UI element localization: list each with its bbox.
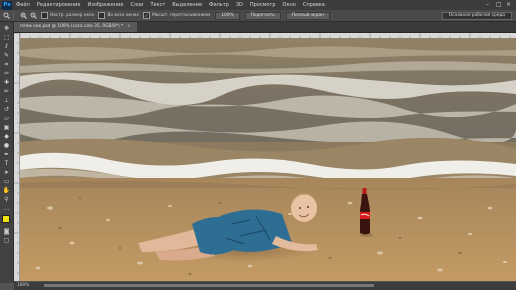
zoom-tool-icon[interactable] (3, 12, 10, 19)
resize-windows-checkbox[interactable] (41, 12, 48, 19)
menu-filter[interactable]: Фильтр (209, 2, 229, 8)
photoshop-logo: Ps (2, 0, 12, 10)
screen-mode-icon[interactable]: ▢ (2, 237, 11, 245)
all-windows-label: Во всех окнах (107, 13, 140, 18)
pen-tool-icon[interactable]: ✒ (2, 151, 11, 159)
zoom-out-icon[interactable] (30, 12, 37, 19)
zoom-100-button[interactable]: 100% (215, 11, 240, 20)
status-bar: 100% (14, 282, 516, 290)
brush-tool-icon[interactable]: ✏ (2, 88, 11, 96)
menu-layer[interactable]: Слои (130, 2, 143, 8)
history-brush-tool-icon[interactable]: ↺ (2, 106, 11, 114)
workspace-select[interactable]: Основная рабочая среда (441, 12, 512, 20)
scrollbar-thumb[interactable] (44, 284, 374, 287)
options-bar: Настр. размер окон Во всех окнах ✓ Масшт… (0, 10, 516, 22)
edit-toolbar-icon[interactable]: … (2, 205, 11, 213)
fit-screen-button[interactable]: Подогнать (244, 11, 281, 20)
resize-windows-label: Настр. размер окон (50, 13, 95, 18)
healing-brush-tool-icon[interactable]: ✚ (2, 79, 11, 87)
eraser-tool-icon[interactable]: ▱ (2, 115, 11, 123)
menu-window[interactable]: Окно (283, 2, 296, 8)
zoom-in-icon[interactable] (20, 12, 27, 19)
lasso-tool-icon[interactable]: ℓ (2, 43, 11, 51)
document-tab[interactable]: пляж как.psd @ 100% (coca cola 35, RGB/8… (14, 22, 137, 32)
maximize-icon[interactable]: □ (496, 1, 502, 8)
document-tab-title: пляж как.psd @ 100% (coca cola 35, RGB/8… (20, 24, 124, 29)
menu-file[interactable]: Файл (16, 2, 30, 8)
menu-bar: Ps Файл Редактирование Изображение Слои … (0, 0, 516, 10)
quick-select-tool-icon[interactable]: ✎ (2, 52, 11, 60)
move-tool-icon[interactable]: ✥ (2, 25, 11, 33)
eyedropper-tool-icon[interactable]: ✑ (2, 70, 11, 78)
hand-tool-icon[interactable]: ✋ (2, 187, 11, 195)
fill-screen-button[interactable]: Полный экран (285, 11, 330, 20)
marquee-tool-icon[interactable]: ⬚ (2, 34, 11, 42)
horizontal-scrollbar[interactable] (44, 284, 374, 287)
menu-edit[interactable]: Редактирование (37, 2, 81, 8)
menu-select[interactable]: Выделение (172, 2, 202, 8)
divider (13, 11, 14, 20)
crop-tool-icon[interactable]: ⌗ (2, 61, 11, 69)
blur-tool-icon[interactable]: ◆ (2, 133, 11, 141)
type-tool-icon[interactable]: T (2, 160, 11, 168)
zoom-tool-icon[interactable]: ⚲ (2, 196, 11, 204)
document-canvas[interactable] (20, 38, 516, 281)
all-windows-checkbox[interactable] (98, 12, 106, 19)
status-zoom[interactable]: 100% (17, 282, 29, 290)
toolbox: ✥ ⬚ ℓ ✎ ⌗ ✑ ✚ ✏ ⊥ ↺ ▱ ▣ ◆ ● ✒ T ➤ ▭ ✋ ⚲ … (0, 22, 14, 283)
foreground-color-swatch[interactable] (2, 215, 10, 223)
beach-photo (20, 38, 516, 281)
minimize-icon[interactable]: – (486, 1, 489, 8)
scrubby-zoom-label: Масшт. перетаскиванием (152, 13, 211, 18)
menu-3d[interactable]: 3D (236, 2, 243, 8)
close-window-icon[interactable]: × (506, 1, 511, 8)
menu-help[interactable]: Справка (303, 2, 325, 8)
menu-view[interactable]: Просмотр (250, 2, 276, 8)
gradient-tool-icon[interactable]: ▣ (2, 124, 11, 132)
document-tab-bar: пляж как.psd @ 100% (coca cola 35, RGB/8… (14, 22, 516, 33)
menu-type[interactable]: Текст (150, 2, 165, 8)
quick-mask-icon[interactable]: ◙ (2, 228, 11, 236)
dodge-tool-icon[interactable]: ● (2, 142, 11, 150)
shape-tool-icon[interactable]: ▭ (2, 178, 11, 186)
menu-image[interactable]: Изображение (87, 2, 123, 8)
clone-stamp-tool-icon[interactable]: ⊥ (2, 97, 11, 105)
scrubby-zoom-checkbox[interactable]: ✓ (143, 12, 151, 19)
path-select-tool-icon[interactable]: ➤ (2, 169, 11, 177)
close-tab-icon[interactable]: × (127, 24, 131, 29)
